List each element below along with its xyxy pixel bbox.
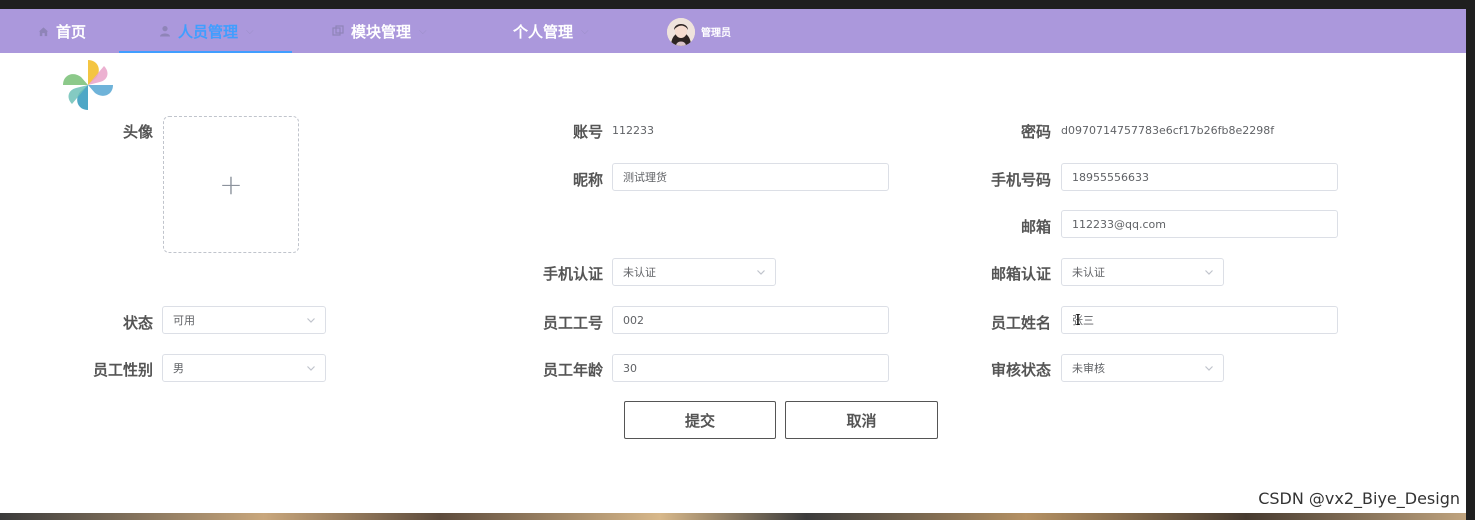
chevron-down-icon — [306, 315, 316, 325]
age-label: 员工年龄 — [542, 361, 603, 379]
nav-item-modules[interactable]: 模块管理 ⌵ — [331, 9, 427, 53]
admin-name[interactable]: 管理员 — [701, 24, 731, 39]
gender-value: 男 — [173, 362, 184, 375]
chevron-down-icon: ⌵ — [581, 25, 589, 37]
password-value: d0970714757783e6cf17b26fb8e2298f — [1061, 124, 1275, 137]
phone-label: 手机号码 — [990, 171, 1051, 189]
phone-verify-select[interactable]: 未认证 — [612, 258, 776, 286]
audit-select[interactable]: 未审核 — [1061, 354, 1224, 382]
nav-label-modules: 模块管理 — [351, 22, 412, 41]
nav-item-home[interactable]: 首页 — [36, 9, 86, 53]
background-image-strip — [0, 513, 1466, 520]
avatar-upload[interactable]: + — [163, 116, 299, 253]
csdn-watermark: CSDN @vx2_Biye_Design — [1258, 489, 1460, 508]
submit-button[interactable]: 提交 — [624, 401, 776, 439]
emp-name-input[interactable]: 张三 — [1061, 306, 1338, 334]
window-top-strip — [0, 0, 1475, 9]
status-select[interactable]: 可用 — [162, 306, 326, 334]
phone-value: 18955556633 — [1072, 170, 1149, 184]
email-verify-value: 未认证 — [1072, 266, 1105, 279]
phone-verify-label: 手机认证 — [542, 265, 603, 283]
nav-label-home: 首页 — [56, 22, 87, 41]
user-icon — [158, 24, 172, 38]
admin-avatar[interactable] — [667, 18, 695, 46]
email-input[interactable]: 112233@qq.com — [1061, 210, 1338, 238]
age-value: 30 — [623, 361, 637, 375]
audit-label: 审核状态 — [990, 361, 1051, 379]
account-value: 112233 — [612, 124, 654, 137]
chevron-down-icon: ⌵ — [246, 25, 254, 37]
chevron-down-icon: ⌵ — [419, 25, 427, 37]
form-page: 头像 + 账号 112233 密码 d0970714757783e6cf17b2… — [0, 53, 1466, 513]
nickname-label: 昵称 — [572, 171, 603, 189]
email-verify-label: 邮箱认证 — [990, 265, 1051, 283]
password-label: 密码 — [1020, 123, 1051, 141]
nickname-value: 测试理货 — [623, 171, 667, 184]
nav-item-staff[interactable]: 人员管理 ⌵ — [158, 9, 254, 53]
home-icon — [36, 24, 50, 38]
window-right-edge — [1466, 9, 1475, 520]
email-value: 112233@qq.com — [1072, 217, 1166, 231]
emp-no-input[interactable]: 002 — [612, 306, 889, 334]
top-navbar: 首页 人员管理 ⌵ 模块管理 ⌵ 个人管理 ⌵ 管理员 — [0, 9, 1466, 53]
email-verify-select[interactable]: 未认证 — [1061, 258, 1224, 286]
avatar-label: 头像 — [122, 123, 153, 141]
nav-label-staff: 人员管理 — [178, 22, 239, 41]
chevron-down-icon — [756, 267, 766, 277]
chevron-down-icon — [1204, 363, 1214, 373]
chevron-down-icon — [306, 363, 316, 373]
module-icon — [331, 24, 345, 38]
cancel-button[interactable]: 取消 — [785, 401, 938, 439]
text-cursor-icon: I — [1075, 311, 1081, 329]
emp-no-label: 员工工号 — [542, 314, 603, 332]
nav-item-personal[interactable]: 个人管理 ⌵ — [513, 9, 589, 53]
audit-value: 未审核 — [1072, 362, 1105, 375]
chevron-down-icon — [1204, 267, 1214, 277]
plus-icon: + — [219, 168, 243, 201]
nav-label-personal: 个人管理 — [513, 22, 574, 41]
phone-input[interactable]: 18955556633 — [1061, 163, 1338, 191]
gender-label: 员工性别 — [92, 361, 153, 379]
status-value: 可用 — [173, 314, 195, 327]
nickname-input[interactable]: 测试理货 — [612, 163, 889, 191]
gender-select[interactable]: 男 — [162, 354, 326, 382]
status-label: 状态 — [122, 314, 153, 332]
account-label: 账号 — [572, 123, 603, 141]
emp-name-label: 员工姓名 — [990, 314, 1051, 332]
email-label: 邮箱 — [1020, 218, 1051, 236]
emp-no-value: 002 — [623, 313, 644, 327]
age-input[interactable]: 30 — [612, 354, 889, 382]
phone-verify-value: 未认证 — [623, 266, 656, 279]
pinwheel-logo-icon — [58, 56, 118, 114]
